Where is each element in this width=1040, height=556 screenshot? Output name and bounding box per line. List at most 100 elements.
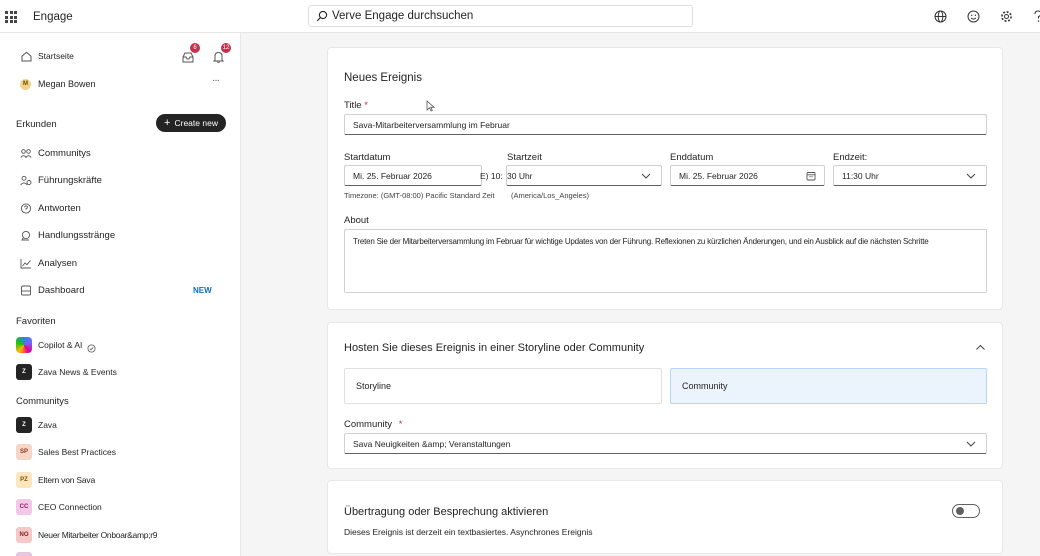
required-marker: * <box>398 419 403 430</box>
plus-icon: + <box>164 117 171 129</box>
community-label: Neuer Mitarbeiter Onboar&amp;r9 <box>38 530 158 540</box>
host-heading: Hosten Sie dieses Ereignis in einer Stor… <box>344 342 645 354</box>
start-date-input[interactable]: Mi. 25. Februar 2026 <box>344 165 482 186</box>
sidebar-item-label: Handlungsstränge <box>38 229 116 241</box>
notifications-badge: 12 <box>221 43 231 53</box>
sidebar-item-answers[interactable]: Antworten <box>0 197 241 219</box>
broadcast-card: Übertragung oder Besprechung aktivieren … <box>327 480 1003 554</box>
settings-gear-icon[interactable] <box>998 8 1014 24</box>
sidebar-item-home[interactable]: Startseite <box>0 45 241 67</box>
community-label: Zava <box>38 420 57 430</box>
verified-icon <box>87 340 96 358</box>
end-date-input[interactable]: Mi. 25. Februar 2026 <box>670 165 825 186</box>
title-label-text: Title <box>344 100 362 111</box>
top-bar: Engage Verve Engage durchsuchen <box>0 0 1040 33</box>
communities-icon <box>20 147 32 159</box>
favorite-item-copilot[interactable]: Copilot & AI <box>0 335 241 355</box>
sidebar-item-dashboard[interactable]: Dashboard NEW <box>0 279 241 301</box>
community-item[interactable]: NO Neuer Mitarbeiter Onboar&amp;r9 <box>0 525 241 545</box>
start-time-select[interactable]: 30 Uhr <box>506 165 662 186</box>
community-label: CEO Connection <box>38 502 102 512</box>
sidebar-item-label: Antworten <box>38 202 81 214</box>
new-badge: NEW <box>193 285 212 295</box>
sidebar: Startseite 6 12 M Megan Bowen ··· Erkund… <box>0 33 241 556</box>
community-option[interactable]: Community <box>670 368 987 404</box>
calendar-icon <box>806 172 816 181</box>
create-new-label: Create new <box>174 118 218 128</box>
community-tile: PZ <box>16 472 32 488</box>
sidebar-item-label: Analysen <box>38 257 78 269</box>
end-date-value: Mi. 25. Februar 2026 <box>679 170 758 181</box>
inbox-badge: 6 <box>190 43 200 53</box>
community-label: Sales Best Practices <box>38 447 116 457</box>
chevron-up-icon[interactable] <box>975 340 986 358</box>
favorite-label: Copilot & AI <box>38 340 83 350</box>
community-label: Eltern von Sava <box>38 475 96 485</box>
page-title: Neues Ereignis <box>344 72 422 84</box>
chevron-down-icon <box>966 173 976 179</box>
sidebar-item-label: Communitys <box>38 147 91 159</box>
community-tile: CC <box>16 499 32 515</box>
search-icon <box>316 10 328 22</box>
user-name: Megan Bowen <box>38 79 96 89</box>
chevron-down-icon <box>966 441 976 447</box>
end-time-select[interactable]: 11:30 Uhr <box>833 165 987 186</box>
sidebar-item-leaders[interactable]: Führungskräfte <box>0 169 241 191</box>
sidebar-item-label: Dashboard <box>38 284 85 296</box>
host-card: Hosten Sie dieses Ereignis in einer Stor… <box>327 322 1003 469</box>
favorites-heading: Favoriten <box>16 316 56 327</box>
broadcast-heading: Übertragung oder Besprechung aktivieren <box>344 506 549 518</box>
create-new-button[interactable]: + Create new <box>156 114 226 132</box>
zava-logo-icon: Z <box>16 364 32 380</box>
required-marker: * <box>364 100 368 111</box>
search-input[interactable]: Verve Engage durchsuchen <box>308 5 693 27</box>
title-label: Title * <box>344 100 368 111</box>
community-select[interactable]: Sava Neuigkeiten &amp; Veranstaltungen <box>344 433 987 454</box>
broadcast-description: Dieses Ereignis ist derzeit ein textbasi… <box>344 527 593 537</box>
community-item[interactable]: Z Zava <box>0 415 241 435</box>
app-launcher-icon[interactable] <box>5 11 17 23</box>
community-tile: SP <box>16 444 32 460</box>
leaders-icon <box>20 174 32 186</box>
community-item[interactable]: SP Sales Best Practices <box>0 442 241 462</box>
timezone-note: Timezone: (GMT-08:00) Pacific Standard Z… <box>344 191 495 200</box>
favorite-label: Zava News & Events <box>38 367 117 377</box>
sidebar-item-communities[interactable]: Communitys <box>0 142 241 164</box>
sidebar-item-storylines[interactable]: Handlungsstränge <box>0 224 241 246</box>
sidebar-item-label: Führungskräfte <box>38 174 102 186</box>
help-icon[interactable] <box>1030 8 1040 24</box>
end-time-label: Endzeit: <box>833 152 868 163</box>
emoji-feedback-icon[interactable] <box>965 8 981 24</box>
broadcast-toggle[interactable] <box>952 504 980 518</box>
favorite-item-zava-news[interactable]: Z Zava News & Events <box>0 362 241 382</box>
communities-heading: Communitys <box>16 396 69 407</box>
user-profile[interactable]: M Megan Bowen <box>0 73 241 95</box>
explore-heading: Erkunden <box>16 119 57 130</box>
community-label: Community * <box>344 419 402 430</box>
search-placeholder: Verve Engage durchsuchen <box>332 10 474 22</box>
sidebar-item-label: Startseite <box>38 51 74 61</box>
start-date-label: Startdatum <box>344 152 391 163</box>
new-event-card: Neues Ereignis Title * Sava-Mitarbeiterv… <box>327 47 1003 310</box>
about-textarea[interactable]: Treten Sie der Mitarbeiterversammlung im… <box>344 229 987 293</box>
community-item[interactable]: PZ Eltern von Sava <box>0 470 241 490</box>
app-name[interactable]: Engage <box>33 11 73 23</box>
sidebar-item-analytics[interactable]: Analysen <box>0 252 241 274</box>
community-tile: NO <box>16 527 32 543</box>
more-options-icon[interactable]: ··· <box>212 75 220 86</box>
timezone-note-region: (America/Los_Angeles) <box>511 191 589 200</box>
home-icon <box>20 50 32 62</box>
community-tile: Z <box>16 417 32 433</box>
start-time-value: 30 Uhr <box>507 170 533 181</box>
community-item[interactable]: CC CEO Connection <box>0 497 241 517</box>
globe-icon[interactable] <box>932 8 948 24</box>
title-input[interactable]: Sava-Mitarbeiterversammlung im Februar <box>344 114 987 135</box>
end-time-value: 11:30 Uhr <box>842 170 879 181</box>
community-label-text: Community <box>344 419 393 430</box>
community-item-partial[interactable] <box>16 552 32 556</box>
copilot-icon <box>16 337 32 353</box>
analytics-icon <box>20 257 32 269</box>
chevron-down-icon <box>641 173 651 179</box>
dashboard-icon <box>20 284 32 296</box>
storyline-option[interactable]: Storyline <box>344 368 662 404</box>
